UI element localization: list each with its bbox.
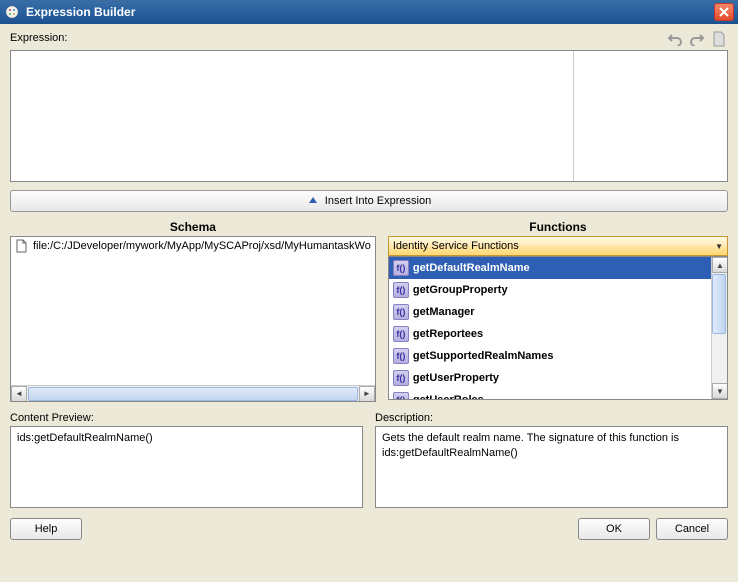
scroll-up-arrow[interactable]: ▲ bbox=[712, 257, 728, 273]
function-item-getManager[interactable]: f() getManager bbox=[389, 301, 727, 323]
insert-into-expression-button[interactable]: Insert Into Expression bbox=[10, 190, 728, 212]
function-icon: f() bbox=[393, 260, 409, 276]
bottom-row: Content Preview: ids:getDefaultRealmName… bbox=[10, 412, 728, 508]
scroll-right-arrow[interactable]: ► bbox=[359, 386, 375, 402]
button-row: Help OK Cancel bbox=[10, 518, 728, 540]
help-button[interactable]: Help bbox=[10, 518, 82, 540]
app-icon bbox=[4, 4, 20, 20]
functions-vertical-scrollbar[interactable]: ▲ ▼ bbox=[711, 257, 727, 399]
close-button[interactable] bbox=[714, 3, 734, 21]
content-preview-box: ids:getDefaultRealmName() bbox=[10, 426, 363, 508]
button-group-right: OK Cancel bbox=[578, 518, 728, 540]
functions-list[interactable]: f() getDefaultRealmName f() getGroupPropert… bbox=[388, 256, 728, 400]
function-icon: f() bbox=[393, 392, 409, 400]
functions-header: Functions bbox=[388, 218, 728, 236]
function-name: getUserRoles bbox=[413, 394, 484, 400]
description-column: Description: Gets the default realm name… bbox=[375, 412, 728, 508]
window-title: Expression Builder bbox=[26, 5, 714, 19]
insert-up-arrow-icon bbox=[307, 195, 319, 207]
document-icon[interactable] bbox=[710, 30, 728, 48]
content-preview-column: Content Preview: ids:getDefaultRealmName… bbox=[10, 412, 363, 508]
functions-category-select[interactable]: Identity Service Functions ▼ bbox=[388, 236, 728, 256]
function-item-getGroupProperty[interactable]: f() getGroupProperty bbox=[389, 279, 727, 301]
schema-horizontal-scrollbar[interactable]: ◄ ► bbox=[11, 385, 375, 401]
schema-header: Schema bbox=[10, 218, 376, 236]
function-icon: f() bbox=[393, 348, 409, 364]
redo-icon[interactable] bbox=[688, 30, 706, 48]
function-name: getDefaultRealmName bbox=[413, 262, 530, 274]
function-name: getSupportedRealmNames bbox=[413, 350, 554, 362]
file-icon bbox=[15, 239, 29, 253]
schema-file-path: file:/C:/JDeveloper/mywork/MyApp/MySCAPr… bbox=[33, 240, 371, 252]
functions-column: Functions Identity Service Functions ▼ f… bbox=[388, 218, 728, 402]
schema-tree[interactable]: file:/C:/JDeveloper/mywork/MyApp/MySCAPr… bbox=[10, 236, 376, 402]
function-name: getReportees bbox=[413, 328, 483, 340]
content-preview-text: ids:getDefaultRealmName() bbox=[17, 432, 153, 444]
dropdown-arrow-icon: ▼ bbox=[715, 242, 723, 251]
scroll-thumb-vertical[interactable] bbox=[712, 274, 726, 334]
insert-button-label: Insert Into Expression bbox=[325, 195, 431, 207]
function-icon: f() bbox=[393, 282, 409, 298]
mid-row: Schema file:/C:/JDeveloper/mywork/MyApp/… bbox=[10, 218, 728, 402]
function-icon: f() bbox=[393, 326, 409, 342]
description-text: Gets the default realm name. The signatu… bbox=[382, 432, 679, 459]
content-area: Expression: Inse bbox=[0, 24, 738, 582]
function-item-getDefaultRealmName[interactable]: f() getDefaultRealmName bbox=[389, 257, 727, 279]
undo-icon[interactable] bbox=[666, 30, 684, 48]
schema-column: Schema file:/C:/JDeveloper/mywork/MyApp/… bbox=[10, 218, 376, 402]
scroll-down-arrow[interactable]: ▼ bbox=[712, 383, 728, 399]
description-box: Gets the default realm name. The signatu… bbox=[375, 426, 728, 508]
ok-button[interactable]: OK bbox=[578, 518, 650, 540]
description-label: Description: bbox=[375, 412, 728, 424]
expression-label: Expression: bbox=[10, 32, 67, 44]
expression-input[interactable] bbox=[10, 50, 728, 182]
function-item-getUserRoles[interactable]: f() getUserRoles bbox=[389, 389, 727, 400]
schema-file-item[interactable]: file:/C:/JDeveloper/mywork/MyApp/MySCAPr… bbox=[11, 237, 375, 255]
cancel-button[interactable]: Cancel bbox=[656, 518, 728, 540]
function-name: getManager bbox=[413, 306, 475, 318]
function-item-getUserProperty[interactable]: f() getUserProperty bbox=[389, 367, 727, 389]
functions-category-value: Identity Service Functions bbox=[393, 240, 519, 252]
function-icon: f() bbox=[393, 370, 409, 386]
function-item-getReportees[interactable]: f() getReportees bbox=[389, 323, 727, 345]
titlebar: Expression Builder bbox=[0, 0, 738, 24]
function-name: getGroupProperty bbox=[413, 284, 508, 296]
function-name: getUserProperty bbox=[413, 372, 499, 384]
scroll-thumb-horizontal[interactable] bbox=[28, 387, 358, 401]
expression-main-area[interactable] bbox=[11, 51, 573, 181]
expression-side-panel bbox=[573, 51, 727, 181]
function-item-getSupportedRealmNames[interactable]: f() getSupportedRealmNames bbox=[389, 345, 727, 367]
scroll-left-arrow[interactable]: ◄ bbox=[11, 386, 27, 402]
function-icon: f() bbox=[393, 304, 409, 320]
scroll-track bbox=[712, 335, 727, 383]
content-preview-label: Content Preview: bbox=[10, 412, 363, 424]
toolbar-icons bbox=[666, 30, 728, 48]
toolbar-row: Expression: bbox=[10, 30, 728, 48]
